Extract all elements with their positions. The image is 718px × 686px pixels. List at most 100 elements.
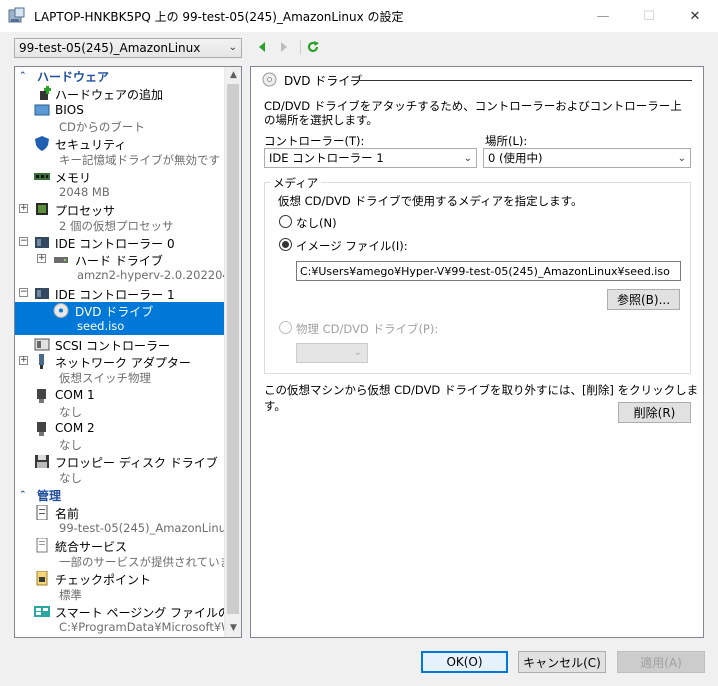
tree-item-label: メモリ [55, 171, 92, 185]
chevron-down-icon: ⌄ [677, 153, 686, 164]
media-description: 仮想 CD/DVD ドライブで使用するメディアを指定します。 [278, 194, 583, 208]
tree-item-label: 名前 [55, 507, 80, 521]
tree-item-label: BIOS [55, 103, 84, 117]
browse-button[interactable]: 参照(B)... [607, 289, 680, 310]
tree-item-sub: 2048 MB [59, 185, 110, 199]
memory-icon [34, 169, 50, 184]
tree-item-sub: キー記憶域ドライブが無効です [59, 153, 220, 167]
physical-drive-select[interactable]: ⌄ [296, 343, 368, 363]
controller-icon [34, 337, 50, 352]
controller-icon [34, 286, 50, 301]
expand-icon[interactable]: + [19, 204, 28, 213]
dvd-disc-icon [53, 303, 69, 318]
vm-selector[interactable]: 99-test-05(245)_AmazonLinux ⌄ [14, 38, 242, 58]
shield-icon [34, 136, 50, 151]
header-divider [351, 80, 692, 81]
tree-item-label: SCSI コントローラー [55, 339, 170, 353]
section-hardware-label: ハードウェア [37, 69, 110, 84]
controller-icon [34, 235, 50, 250]
controller-select-value: IDE コントローラー 1 [269, 151, 384, 165]
tree-item-label: COM 2 [55, 421, 95, 435]
tree-item-label: スマート ページング ファイルの場所 [55, 606, 242, 620]
media-none-radio[interactable] [279, 215, 292, 228]
media-physical-radio[interactable] [279, 321, 292, 334]
location-select-value: 0 (使用中) [488, 151, 543, 165]
collapse-icon[interactable]: ⌃ [19, 490, 29, 500]
scroll-down-icon[interactable]: ▼ [225, 620, 241, 637]
tree-item-hard-drive[interactable]: + ハード ドライブ amzn2-hyperv-2.0.202204... [15, 251, 241, 284]
expand-icon[interactable]: + [19, 356, 28, 365]
settings-app-icon [8, 7, 26, 25]
tree-item-sub: CDからのブート [59, 120, 145, 134]
close-button[interactable]: ✕ [672, 0, 718, 32]
tree-item-sub: seed.iso [77, 319, 125, 333]
tree-item-sub: 2 個の仮想プロセッサ [59, 219, 174, 233]
tree-item-checkpoint[interactable]: チェックポイント 標準 [15, 570, 225, 603]
tree-item-label: ネットワーク アダプター [55, 356, 191, 370]
settings-tree[interactable]: ⌃ ハードウェア ハードウェアの追加 BIOS CDからのブート セキュリティ … [14, 66, 242, 638]
media-image-label[interactable]: イメージ ファイル(I): [296, 238, 408, 254]
maximize-button[interactable]: ☐ [626, 0, 672, 32]
media-physical-label[interactable]: 物理 CD/DVD ドライブ(P): [296, 321, 438, 337]
media-group-label: メディア [270, 175, 322, 191]
media-none-label[interactable]: なし(N) [296, 215, 337, 231]
tree-item-network-adapter[interactable]: + ネットワーク アダプター 仮想スイッチ物理 [15, 353, 225, 386]
image-path-field[interactable]: C:¥Users¥amego¥Hyper-V¥99-test-05(245)_A… [296, 261, 681, 281]
media-image-radio[interactable] [279, 238, 292, 251]
collapse-icon[interactable]: − [19, 237, 28, 246]
apply-button[interactable]: 適用(A) [617, 651, 705, 673]
tree-item-floppy[interactable]: フロッピー ディスク ドライブ なし [15, 453, 225, 486]
tree-item-label: プロセッサ [55, 204, 116, 218]
network-adapter-icon [34, 354, 50, 369]
location-label: 場所(L): [485, 134, 528, 148]
tree-item-com1[interactable]: COM 1 なし [15, 387, 225, 420]
section-management[interactable]: ⌃ 管理 [15, 487, 225, 503]
tree-item-sub: なし [59, 405, 82, 419]
controller-select[interactable]: IDE コントローラー 1 ⌄ [264, 148, 477, 168]
location-select[interactable]: 0 (使用中) ⌄ [483, 148, 691, 168]
tree-item-label: COM 1 [55, 388, 95, 402]
tree-item-label: IDE コントローラー 0 [55, 237, 175, 251]
forward-arrow-icon[interactable] [276, 39, 292, 55]
bios-icon [34, 103, 50, 118]
tree-item-sub: amzn2-hyperv-2.0.202204... [77, 268, 241, 282]
section-hardware[interactable]: ⌃ ハードウェア [15, 68, 225, 84]
chevron-down-icon: ⌄ [463, 153, 472, 164]
tree-item-integration-services[interactable]: 統合サービス 一部のサービスが提供されています [15, 537, 241, 570]
tree-item-security[interactable]: セキュリティ キー記憶域ドライブが無効です [15, 135, 225, 168]
back-arrow-icon[interactable] [254, 39, 270, 55]
tree-item-label: IDE コントローラー 1 [55, 288, 175, 302]
tree-item-label: フロッピー ディスク ドライブ [55, 456, 218, 470]
tree-item-dvd-drive[interactable]: DVD ドライブ seed.iso [15, 302, 225, 335]
tree-item-memory[interactable]: メモリ 2048 MB [15, 168, 225, 201]
tree-item-label: ハード ドライブ [75, 254, 163, 268]
tree-item-smart-paging[interactable]: スマート ページング ファイルの場所 C:¥ProgramData¥Micros… [15, 603, 241, 636]
cancel-button[interactable]: キャンセル(C) [518, 651, 606, 673]
remove-button[interactable]: 削除(R) [618, 402, 691, 423]
collapse-icon[interactable]: ⌃ [19, 71, 29, 81]
tree-item-com2[interactable]: COM 2 なし [15, 420, 225, 453]
section-management-label: 管理 [37, 488, 62, 503]
tree-item-sub: 99-test-05(245)_AmazonLinux [59, 521, 233, 535]
vm-selector-value: 99-test-05(245)_AmazonLinux [19, 41, 201, 55]
collapse-icon[interactable]: − [19, 288, 28, 297]
tree-item-label: 統合サービス [55, 540, 128, 554]
name-tag-icon [34, 504, 50, 521]
tree-scrollbar[interactable]: ▲ ▼ [224, 67, 241, 637]
title-bar: LAPTOP-HNKBK5PQ 上の 99-test-05(245)_Amazo… [0, 0, 718, 32]
tree-item-name[interactable]: 名前 99-test-05(245)_AmazonLinux [15, 504, 233, 537]
tree-item-sub: 標準 [59, 588, 82, 602]
tree-item-bios[interactable]: BIOS CDからのブート [15, 102, 225, 135]
controller-label: コントローラー(T): [264, 134, 365, 148]
panel-description: CD/DVD ドライブをアタッチするため、コントローラーおよびコントローラー上の… [264, 99, 682, 127]
checkpoint-icon [34, 570, 50, 586]
ok-button[interactable]: OK(O) [421, 651, 508, 673]
scroll-up-icon[interactable]: ▲ [225, 67, 241, 84]
tree-item-processor[interactable]: + プロセッサ 2 個の仮想プロセッサ [15, 201, 225, 234]
minimize-button[interactable]: — [580, 0, 626, 32]
tree-item-label: DVD ドライブ [75, 305, 154, 319]
refresh-icon[interactable] [305, 39, 321, 55]
scrollbar-thumb[interactable] [227, 84, 239, 614]
expand-icon[interactable]: + [37, 254, 46, 263]
tree-item-label: チェックポイント [55, 573, 152, 587]
